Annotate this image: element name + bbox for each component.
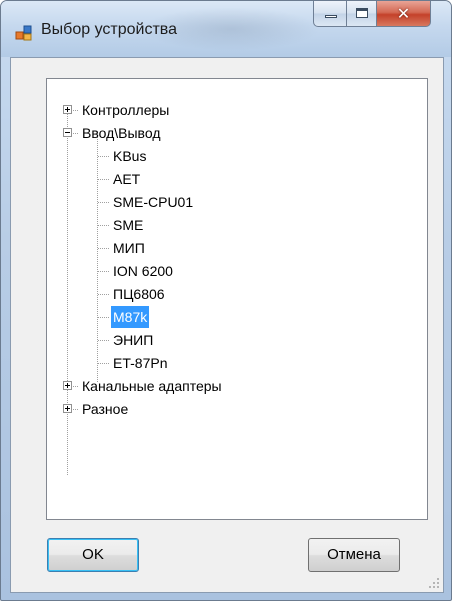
tree-node-label-selected: M87k [111, 306, 150, 328]
tree-line [98, 156, 110, 157]
tree-line [98, 294, 110, 295]
tree-node-label: Разное [82, 401, 129, 417]
tree-node-label: ET-87Pn [113, 355, 168, 371]
title-bar[interactable]: Выбор устройства ✕ [1, 1, 451, 57]
tree-node-enip[interactable]: ЭНИП [47, 329, 427, 351]
cancel-button[interactable]: Отмена [308, 538, 400, 572]
tree-line [98, 271, 110, 272]
tree-node-pc6806[interactable]: ПЦ6806 [47, 283, 427, 305]
tree-node-m87k[interactable]: M87k [47, 306, 427, 328]
tree-node-label: МИП [113, 240, 145, 256]
expand-icon[interactable] [63, 404, 72, 413]
close-button[interactable]: ✕ [377, 1, 431, 27]
tree-node-label: ПЦ6806 [113, 286, 165, 302]
tree-line [98, 179, 110, 180]
tree-node-io[interactable]: Ввод\Вывод [47, 122, 427, 144]
dialog-client-area: Контроллеры Ввод\Вывод KBus AET SME-CPU0… [10, 57, 444, 593]
tree-node-label: ЭНИП [113, 332, 154, 348]
tree-node-label: SME-CPU01 [113, 194, 194, 210]
tree-node-label: KBus [113, 148, 147, 164]
close-icon: ✕ [396, 4, 411, 23]
tree-line [98, 202, 110, 203]
device-selection-dialog: Выбор устройства ✕ Контроллеры Ввод\Выво… [0, 0, 452, 601]
tree-node-controllers[interactable]: Контроллеры [47, 99, 427, 121]
ok-button[interactable]: OK [47, 538, 139, 572]
tree-line [73, 409, 79, 410]
expand-icon[interactable] [63, 105, 72, 114]
tree-line [98, 248, 110, 249]
maximize-icon [356, 8, 368, 18]
tree-node-label: SME [113, 217, 144, 233]
collapse-icon[interactable] [63, 128, 72, 137]
tree-node-label: AET [113, 171, 141, 187]
tree-node-label: Ввод\Вывод [82, 125, 161, 141]
device-tree[interactable]: Контроллеры Ввод\Вывод KBus AET SME-CPU0… [46, 78, 428, 520]
tree-node-sme[interactable]: SME [47, 214, 427, 236]
tree-node-sme-cpu01[interactable]: SME-CPU01 [47, 191, 427, 213]
expand-icon[interactable] [63, 381, 72, 390]
tree-node-et87pn[interactable]: ET-87Pn [47, 352, 427, 374]
resize-grip-icon[interactable] [428, 577, 440, 589]
minimize-icon [325, 15, 337, 18]
tree-node-ion6200[interactable]: ION 6200 [47, 260, 427, 282]
caption-buttons: ✕ [313, 1, 431, 27]
tree-line [73, 133, 79, 134]
app-icon [15, 25, 32, 41]
tree-line [98, 225, 110, 226]
tree-node-label: Канальные адаптеры [82, 378, 222, 394]
window-title: Выбор устройства [41, 21, 178, 38]
tree-node-misc[interactable]: Разное [47, 398, 427, 420]
tree-node-label: ION 6200 [113, 263, 173, 279]
tree-line [98, 340, 110, 341]
tree-line [73, 386, 79, 387]
tree-node-aet[interactable]: AET [47, 168, 427, 190]
maximize-button[interactable] [347, 1, 377, 27]
tree-line [73, 110, 79, 111]
minimize-button[interactable] [313, 1, 347, 27]
tree-node-label: Контроллеры [82, 102, 170, 118]
tree-line [98, 363, 110, 364]
tree-node-channel-adapters[interactable]: Канальные адаптеры [47, 375, 427, 397]
tree-node-kbus[interactable]: KBus [47, 145, 427, 167]
tree-line [98, 317, 110, 318]
tree-node-mip[interactable]: МИП [47, 237, 427, 259]
